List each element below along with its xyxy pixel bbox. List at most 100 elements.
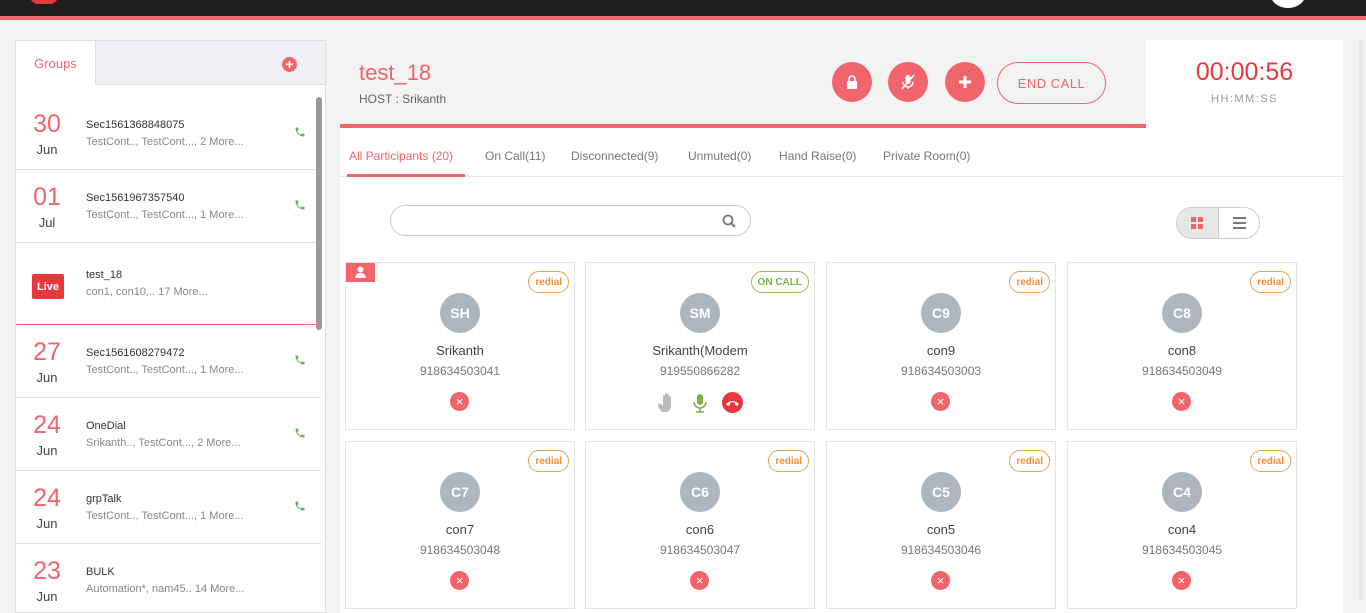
group-day: 01 (33, 183, 61, 211)
active-tab-indicator (347, 174, 465, 177)
participant-controls (656, 392, 746, 414)
grid-view-button[interactable] (1177, 208, 1219, 238)
group-name: OneDial (86, 420, 126, 432)
status-badge: ON CALL (750, 271, 809, 293)
group-month: Jun (36, 516, 58, 531)
call-host: HOST : Srikanth (359, 92, 447, 106)
add-participant-button[interactable] (945, 62, 985, 102)
participant-card[interactable]: redial C7 con7 918634503048 × (345, 441, 575, 609)
hang-up-icon[interactable] (722, 392, 743, 413)
groups-sidebar: Groups + 30 Jun Sec1561368848075 TestCon… (15, 40, 326, 613)
tab-private-room[interactable]: Private Room(0) (883, 149, 970, 163)
participant-number: 918634503046 (900, 543, 982, 557)
add-group-icon[interactable]: + (282, 57, 297, 72)
end-call-button[interactable]: END CALL (997, 62, 1106, 104)
lock-button[interactable] (832, 62, 872, 102)
hand-raise-icon[interactable] (656, 392, 678, 414)
view-toggle (1176, 207, 1260, 239)
tab-groups[interactable]: Groups (16, 41, 96, 85)
list-item-live[interactable]: Live test_18 con1, con10,.. 17 More... (16, 243, 321, 325)
tab-disconnected[interactable]: Disconnected(9) (571, 149, 658, 163)
mute-all-button[interactable] (888, 62, 928, 102)
participant-card[interactable]: redial C8 con8 918634503049 × (1067, 262, 1297, 430)
phone-icon[interactable] (294, 427, 306, 439)
participant-card[interactable]: redial C5 con5 918634503046 × (826, 441, 1056, 609)
close-icon[interactable]: × (1172, 571, 1191, 590)
close-icon[interactable]: × (450, 571, 469, 590)
phone-icon[interactable] (294, 199, 306, 211)
status-badge[interactable]: redial (1250, 450, 1291, 472)
group-month: Jun (36, 443, 58, 458)
list-item[interactable]: 24 Jun grpTalk TestCont.., TestCont..., … (16, 471, 321, 544)
phone-icon[interactable] (294, 354, 306, 366)
phone-icon[interactable] (294, 500, 306, 512)
tab-on-call[interactable]: On Call(11) (485, 149, 545, 163)
close-icon[interactable]: × (1172, 392, 1191, 411)
tab-all-participants[interactable]: All Participants (20) (349, 149, 453, 163)
participant-card[interactable]: redial C6 con6 918634503047 × (585, 441, 815, 609)
call-timer: 00:00:56 HH:MM:SS (1146, 40, 1343, 128)
list-item[interactable]: 23 Jun BULK Automation*, nam45.. 14 More… (16, 544, 321, 612)
group-name: Sec1561608279472 (86, 347, 185, 359)
group-members: Automation*, nam45.. 14 More... (86, 583, 245, 595)
top-nav-bar (0, 0, 1366, 20)
participant-name: con7 (445, 522, 475, 537)
timer-format: HH:MM:SS (1211, 93, 1278, 105)
group-name: grpTalk (86, 493, 122, 505)
list-item[interactable]: 24 Jun OneDial Srikanth.., TestCont..., … (16, 398, 321, 471)
group-day: 24 (33, 484, 61, 512)
status-badge[interactable]: redial (1009, 450, 1050, 472)
close-icon[interactable]: × (450, 392, 469, 411)
group-day: 27 (33, 338, 61, 366)
search-icon[interactable] (722, 214, 736, 228)
live-badge: Live (32, 274, 64, 299)
participant-card[interactable]: redial C4 con4 918634503045 × (1067, 441, 1297, 609)
group-month: Jun (36, 142, 58, 157)
search-input[interactable] (390, 205, 751, 236)
status-badge[interactable]: redial (768, 450, 809, 472)
participant-number: 918634503048 (419, 543, 501, 557)
sidebar-scrollbar[interactable] (316, 97, 322, 330)
participant-number: 919550866282 (659, 364, 741, 378)
tab-unmuted[interactable]: Unmuted(0) (688, 149, 751, 163)
close-icon[interactable]: × (931, 392, 950, 411)
status-badge[interactable]: redial (1250, 271, 1291, 293)
group-members: con1, con10,.. 17 More... (86, 286, 208, 298)
page-scrollbar[interactable] (1359, 40, 1363, 600)
call-title: test_18 (359, 60, 432, 85)
participant-card[interactable]: ON CALL SM Srikanth(Modem 919550866282 (585, 262, 815, 430)
participant-number: 918634503045 (1141, 543, 1223, 557)
avatar: SH (440, 293, 480, 333)
group-name: BULK (86, 566, 115, 578)
close-icon[interactable]: × (690, 571, 709, 590)
sidebar-header: Groups + (16, 41, 325, 85)
participant-name: Srikanth(Modem (652, 343, 748, 358)
app-logo[interactable] (30, 0, 100, 8)
group-members: TestCont.., TestCont..., 1 More... (86, 364, 244, 376)
list-item[interactable]: 27 Jun Sec1561608279472 TestCont.., Test… (16, 325, 321, 398)
list-item[interactable]: 30 Jun Sec1561368848075 TestCont.., Test… (16, 97, 321, 170)
avatar: C7 (440, 472, 480, 512)
group-month: Jul (38, 215, 56, 230)
mic-icon[interactable] (692, 393, 708, 413)
list-view-button[interactable] (1219, 208, 1259, 238)
participant-name: con6 (685, 522, 715, 537)
status-badge[interactable]: redial (1009, 271, 1050, 293)
phone-icon[interactable] (294, 126, 306, 138)
group-day: 23 (33, 557, 61, 585)
participant-card[interactable]: redial SH Srikanth 918634503041 × (345, 262, 575, 430)
tab-hand-raise[interactable]: Hand Raise(0) (779, 149, 856, 163)
group-name: test_18 (86, 269, 123, 281)
close-icon[interactable]: × (931, 571, 950, 590)
list-icon (1233, 217, 1246, 229)
mic-off-icon (901, 74, 915, 90)
participant-card[interactable]: redial C9 con9 918634503003 × (826, 262, 1056, 430)
avatar: C4 (1162, 472, 1202, 512)
group-name: Sec1561368848075 (86, 119, 185, 131)
call-panel: test_18 HOST : Srikanth END CALL 00:00:5… (340, 40, 1343, 613)
group-members: TestCont.., TestCont..., 1 More... (86, 209, 244, 221)
user-avatar[interactable] (1270, 0, 1306, 8)
status-badge[interactable]: redial (528, 271, 569, 293)
status-badge[interactable]: redial (528, 450, 569, 472)
list-item[interactable]: 01 Jul Sec1561967357540 TestCont.., Test… (16, 170, 321, 243)
